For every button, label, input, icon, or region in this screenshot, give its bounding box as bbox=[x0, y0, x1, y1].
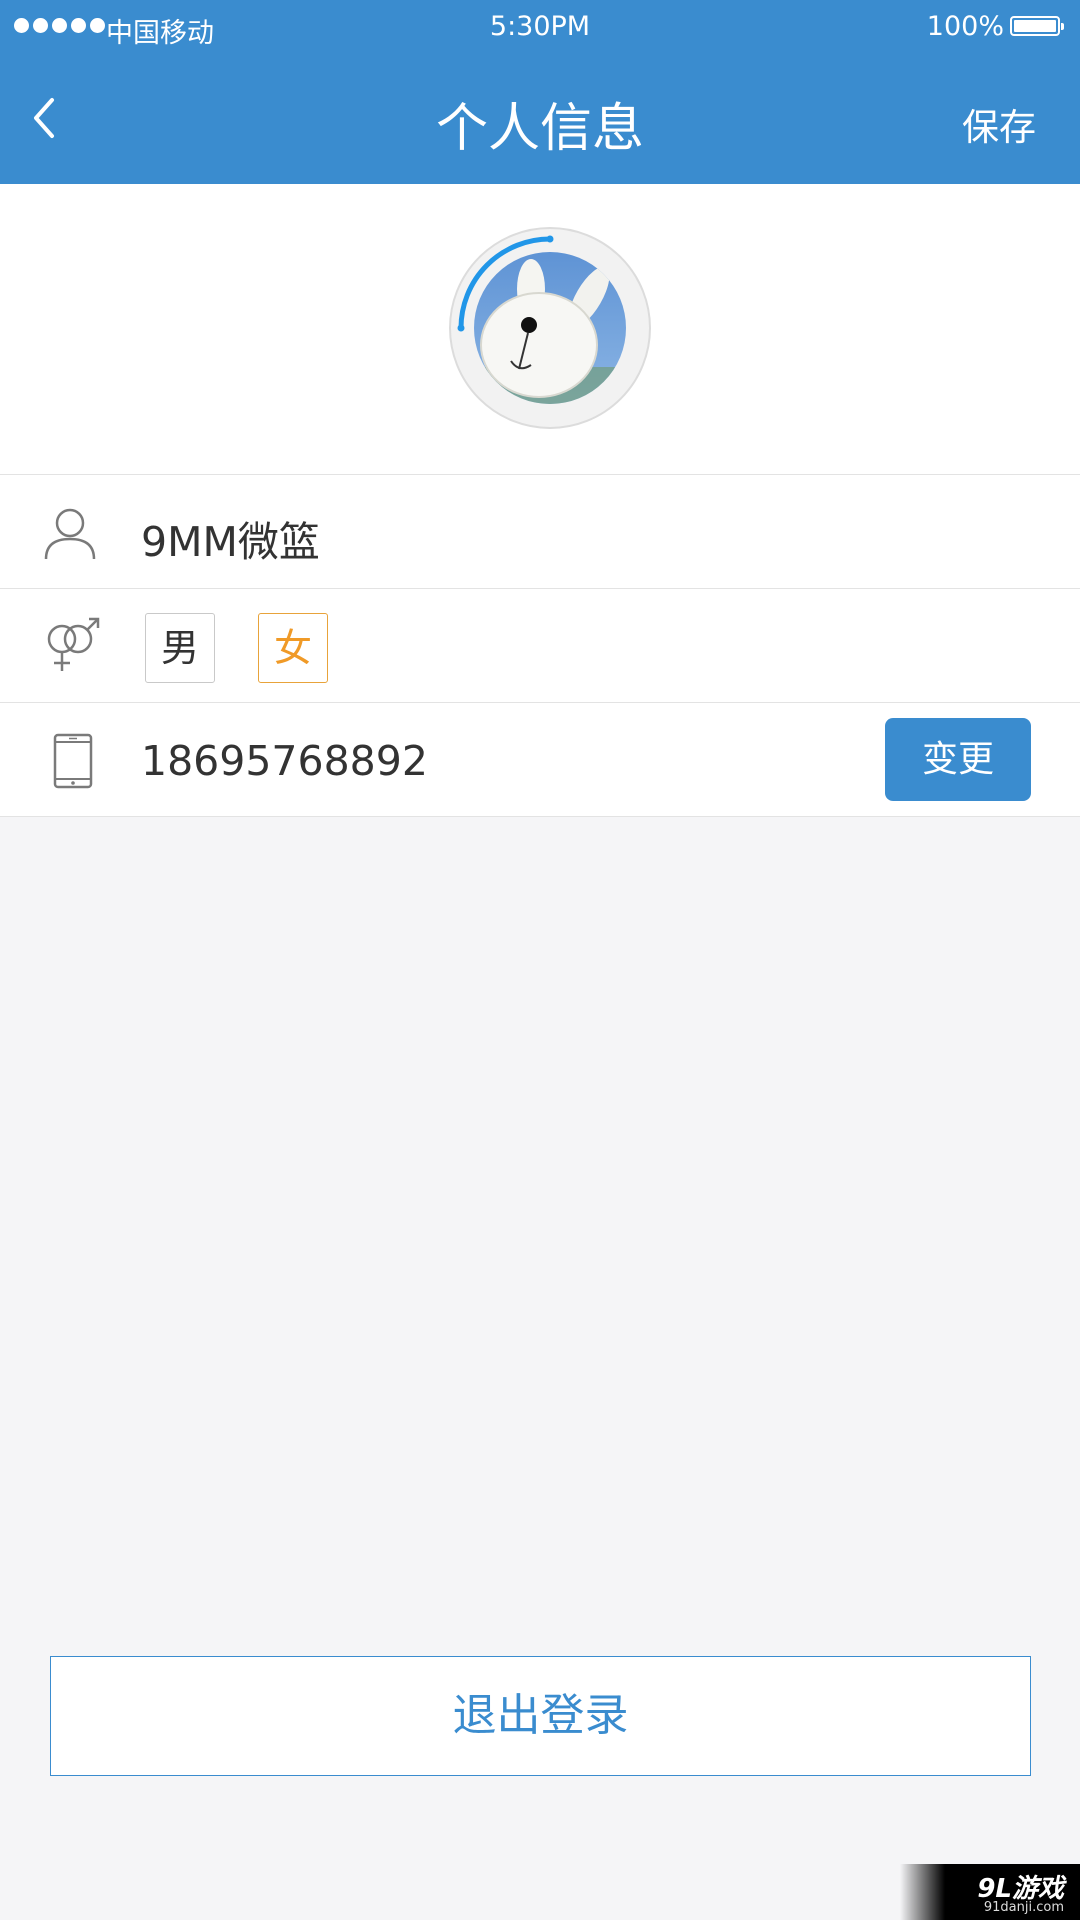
gender-male-button[interactable]: 男 bbox=[145, 613, 215, 683]
logout-button[interactable]: 退出登录 bbox=[50, 1656, 1031, 1776]
top-bar: 中国移动 5:30PM 100% 个人信息 保存 bbox=[0, 0, 1080, 184]
battery-icon bbox=[1010, 16, 1064, 36]
nickname-row[interactable]: 9MM微篮 bbox=[0, 475, 1080, 589]
phone-number: 18695768892 bbox=[141, 737, 428, 785]
watermark-logo: 9L游戏 91danji.com bbox=[900, 1864, 1080, 1920]
status-time: 5:30PM bbox=[489, 11, 591, 42]
watermark-site: 91danji.com bbox=[983, 1900, 1064, 1915]
save-button[interactable]: 保存 bbox=[962, 97, 1036, 151]
page-title: 个人信息 bbox=[435, 99, 644, 159]
gender-icon bbox=[47, 617, 100, 671]
user-icon bbox=[44, 508, 96, 560]
battery-percent: 100% bbox=[926, 11, 1004, 42]
gender-female-button[interactable]: 女 bbox=[258, 613, 328, 683]
phone-row: 18695768892 变更 bbox=[0, 703, 1080, 817]
gender-row: 男 女 bbox=[0, 589, 1080, 703]
nickname-value: 9MM微篮 bbox=[141, 518, 320, 566]
avatar-section bbox=[0, 184, 1080, 475]
avatar[interactable] bbox=[449, 227, 651, 429]
status-bar: 中国移动 5:30PM 100% bbox=[0, 0, 1080, 56]
phone-icon bbox=[53, 733, 93, 789]
change-phone-button[interactable]: 变更 bbox=[885, 718, 1031, 801]
